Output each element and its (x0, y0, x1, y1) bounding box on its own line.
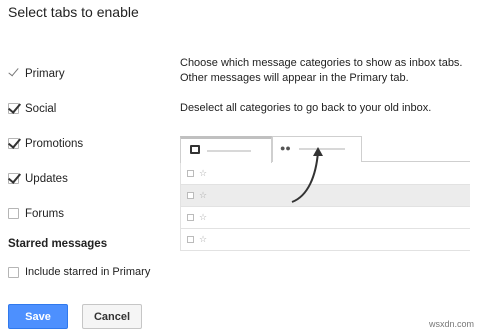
category-list: Primary Social Promotions Updates Forums (8, 56, 168, 231)
checkbox-include-starred[interactable] (8, 266, 19, 278)
cancel-button[interactable]: Cancel (82, 304, 142, 329)
category-updates[interactable]: Updates (8, 161, 168, 196)
star-icon: ☆ (199, 212, 208, 222)
placeholder-line (299, 148, 345, 150)
preview-mail-row: ☆ (180, 185, 470, 207)
watermark: wsxdn.com (428, 319, 474, 329)
category-primary: Primary (8, 56, 168, 91)
category-label[interactable]: Updates (25, 173, 68, 185)
inbox-icon (190, 145, 200, 154)
preview-mail-list: ☆ ☆ ☆ ☆ (180, 163, 470, 251)
placeholder-line (207, 150, 251, 152)
star-icon: ☆ (199, 168, 208, 178)
checkmark-icon (8, 68, 19, 79)
inbox-tabs-preview: ●● ☆ ☆ ☆ ☆ (180, 136, 470, 256)
checkbox-updates[interactable] (8, 173, 19, 184)
category-label[interactable]: Promotions (25, 138, 83, 150)
save-button[interactable]: Save (8, 304, 68, 329)
mini-checkbox-icon (187, 236, 194, 243)
star-icon: ☆ (199, 190, 208, 200)
description-text-secondary: Deselect all categories to go back to yo… (180, 102, 432, 114)
people-icon: ●● (280, 143, 291, 153)
category-label: Primary (25, 67, 65, 80)
mini-checkbox-icon (187, 170, 194, 177)
checkbox-promotions[interactable] (8, 138, 19, 149)
category-label[interactable]: Social (25, 103, 56, 115)
star-icon: ☆ (199, 234, 208, 244)
preview-mail-row: ☆ (180, 163, 470, 185)
category-label[interactable]: Forums (25, 208, 64, 220)
checkbox-social[interactable] (8, 103, 19, 114)
include-starred-option[interactable]: Include starred in Primary (8, 264, 150, 280)
preview-tab-primary (180, 136, 272, 163)
preview-tab-social: ●● (272, 136, 362, 162)
category-social[interactable]: Social (8, 91, 168, 126)
category-forums[interactable]: Forums (8, 196, 168, 231)
tab-settings-dialog: Select tabs to enable Primary Social Pro… (0, 0, 480, 333)
dialog-title: Select tabs to enable (8, 4, 139, 20)
mini-checkbox-icon (187, 192, 194, 199)
description: Choose which message categories to show … (180, 56, 475, 116)
category-promotions[interactable]: Promotions (8, 126, 168, 161)
preview-mail-row: ☆ (180, 229, 470, 251)
description-text: Choose which message categories to show … (180, 57, 463, 84)
starred-messages-heading: Starred messages (8, 238, 108, 250)
checkbox-forums[interactable] (8, 208, 19, 219)
include-starred-label[interactable]: Include starred in Primary (25, 266, 150, 278)
preview-mail-row: ☆ (180, 207, 470, 229)
mini-checkbox-icon (187, 214, 194, 221)
